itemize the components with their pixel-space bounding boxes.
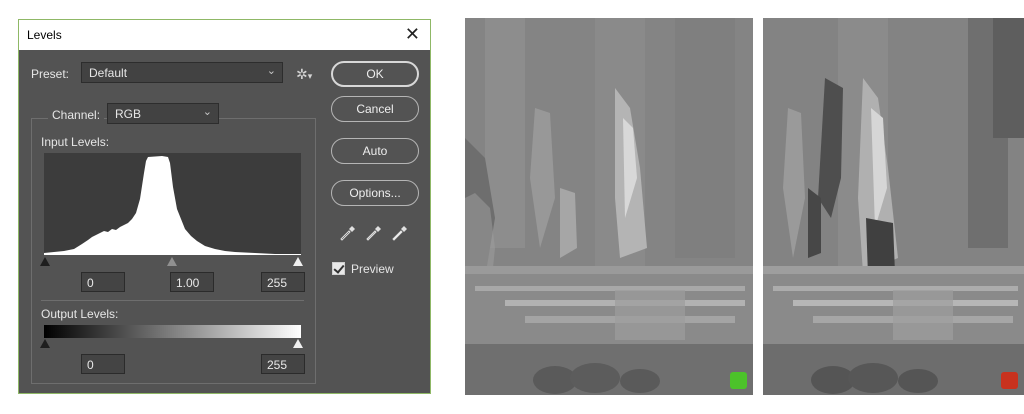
histogram <box>44 153 301 255</box>
before-painting-image <box>465 18 753 395</box>
input-levels-label: Input Levels: <box>41 135 110 149</box>
output-white-slider[interactable] <box>293 339 303 348</box>
white-point-eyedropper-icon[interactable] <box>392 225 408 241</box>
input-black-slider[interactable] <box>40 257 50 266</box>
input-black-field[interactable]: 0 <box>81 272 125 292</box>
chevron-down-icon: ⌄ <box>202 106 212 118</box>
levels-dialog: Levels ✕ Preset: Default ⌄ ✲▾ Channel: R… <box>18 19 431 394</box>
after-painting-image <box>763 18 1024 395</box>
cancel-button[interactable]: Cancel <box>331 96 419 122</box>
output-levels-label: Output Levels: <box>41 307 119 321</box>
input-white-field[interactable]: 255 <box>261 272 305 292</box>
preview-checkbox[interactable] <box>332 262 345 275</box>
dialog-titlebar: Levels ✕ <box>19 20 430 50</box>
divider <box>41 300 304 301</box>
gray-point-eyedropper-icon[interactable] <box>366 225 382 241</box>
gear-icon[interactable]: ✲▾ <box>296 66 312 83</box>
close-icon[interactable]: ✕ <box>405 24 420 45</box>
ok-button[interactable]: OK <box>331 61 419 87</box>
channel-label: Channel: <box>48 108 105 122</box>
auto-button[interactable]: Auto <box>331 138 419 164</box>
after-color-swatch <box>1001 372 1018 389</box>
preview-label: Preview <box>351 262 394 276</box>
options-button[interactable]: Options... <box>331 180 419 206</box>
input-white-slider[interactable] <box>293 257 303 266</box>
preset-value: Default <box>89 66 128 80</box>
black-point-eyedropper-icon[interactable] <box>340 225 356 241</box>
output-white-field[interactable]: 255 <box>261 354 305 374</box>
output-black-slider[interactable] <box>40 339 50 348</box>
input-gamma-field[interactable]: 1.00 <box>170 272 214 292</box>
channel-value: RGB <box>115 107 142 121</box>
output-gradient <box>44 325 301 338</box>
chevron-down-icon: ⌄ <box>266 65 276 77</box>
before-color-swatch <box>730 372 747 389</box>
channel-select[interactable]: RGB ⌄ <box>107 103 219 124</box>
input-gamma-slider[interactable] <box>167 257 177 266</box>
preset-label: Preset: <box>31 67 70 81</box>
preset-select[interactable]: Default ⌄ <box>81 62 283 83</box>
output-black-field[interactable]: 0 <box>81 354 125 374</box>
dialog-title: Levels <box>27 28 62 42</box>
